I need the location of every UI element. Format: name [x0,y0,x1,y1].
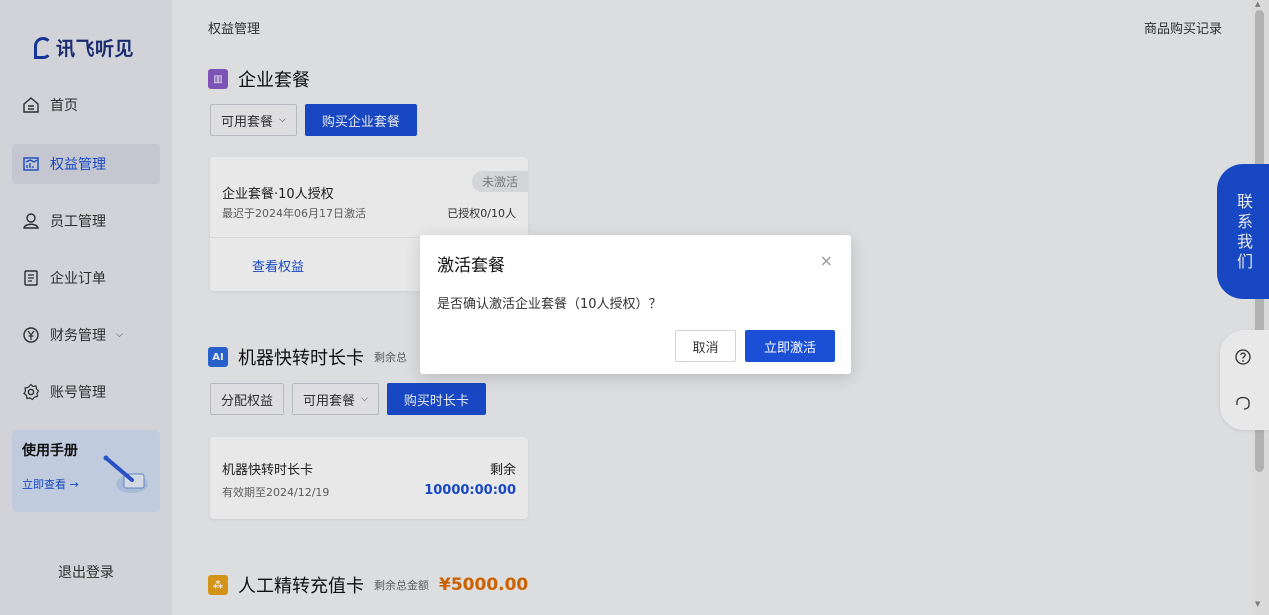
cancel-button[interactable]: 取消 [675,330,736,362]
activate-now-button[interactable]: 立即激活 [745,330,835,362]
dialog-title: 激活套餐 [437,256,505,276]
activate-package-dialog: 激活套餐 × 是否确认激活企业套餐（10人授权）？ 取消 立即激活 [420,235,851,374]
dialog-message: 是否确认激活企业套餐（10人授权）？ [437,297,662,312]
close-icon[interactable]: × [820,251,833,270]
